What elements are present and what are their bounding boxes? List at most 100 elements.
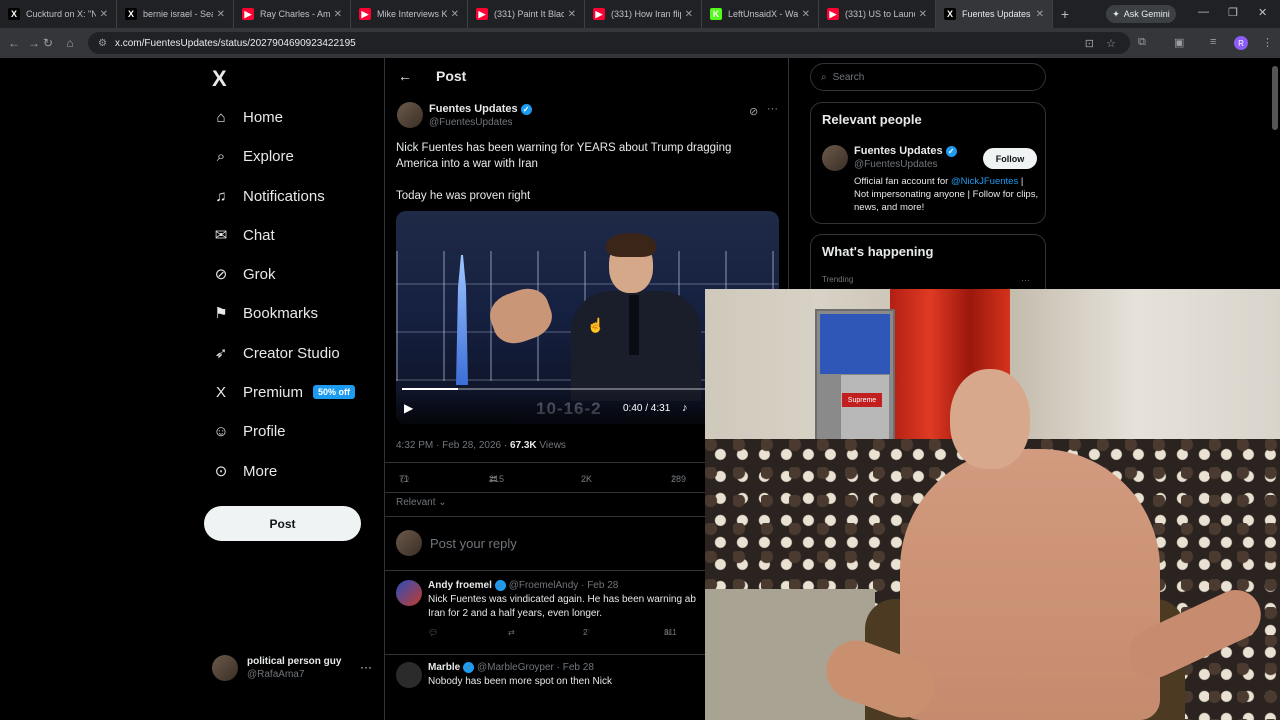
reply-author-name[interactable]: Andy froemel: [428, 580, 492, 591]
tweet-timestamp[interactable]: 4:32 PM · Feb 28, 2026 ·: [396, 440, 510, 451]
reply-avatar[interactable]: [396, 580, 422, 606]
close-tab-icon[interactable]: ✕: [919, 9, 927, 20]
browser-tab[interactable]: ▶ Ray Charles - Amer ✕: [234, 0, 351, 28]
close-tab-icon[interactable]: ✕: [1036, 9, 1044, 20]
volume-icon[interactable]: ♪: [682, 402, 688, 414]
author-avatar[interactable]: [397, 102, 423, 128]
sidebar-item-grok[interactable]: ⊘ Grok: [212, 259, 276, 289]
red-box-label: Supreme: [842, 393, 882, 407]
tab-title: Cuckturd on X: "Ni: [26, 9, 96, 19]
browser-tab[interactable]: ▶ (331) Paint It Black ✕: [468, 0, 585, 28]
browser-menu-icon[interactable]: ⋮: [1262, 36, 1273, 49]
browser-tab[interactable]: ▶ (331) How Iran flip ✕: [585, 0, 702, 28]
account-menu-icon[interactable]: ···: [360, 660, 372, 674]
install-app-icon[interactable]: ⊡: [1085, 37, 1094, 50]
tab-favicon-icon: X: [944, 8, 956, 20]
browser-profile-avatar[interactable]: R: [1234, 36, 1248, 50]
browser-tab[interactable]: Xbernie israel - Sear ✕: [117, 0, 234, 28]
browser-tab[interactable]: X Fuentes Updates o ✕: [936, 0, 1053, 28]
home-browser-icon[interactable]: ⌂: [58, 36, 82, 50]
sidepanel-icon[interactable]: ▣: [1174, 36, 1184, 49]
verified-badge-icon: ✓: [945, 145, 957, 157]
more-options-icon[interactable]: ···: [767, 103, 778, 115]
close-tab-icon[interactable]: ✕: [100, 9, 108, 20]
sidebar-item-premium[interactable]: X Premium 50% off: [212, 377, 356, 407]
person-handle[interactable]: @FuentesUpdates: [854, 159, 938, 170]
bookmark-star-icon[interactable]: ☆: [1106, 37, 1116, 50]
sidebar-item-profile[interactable]: ☺ Profile: [212, 416, 285, 446]
sidebar-item-bookmarks[interactable]: ⚑ Bookmarks: [212, 298, 318, 328]
ask-gemini-button[interactable]: ✦ Ask Gemini: [1106, 5, 1176, 23]
repost-icon[interactable]: ⇄: [508, 628, 515, 637]
reply-avatar[interactable]: [396, 662, 422, 688]
close-tab-icon[interactable]: ✕: [451, 9, 459, 20]
person-name[interactable]: Fuentes Updates: [854, 145, 943, 157]
person-avatar[interactable]: [822, 145, 848, 171]
post-header: ← Post: [385, 58, 790, 94]
post-button[interactable]: Post: [204, 506, 361, 541]
browser-tab[interactable]: K LeftUnsaidX - Watc ✕: [702, 0, 819, 28]
close-tab-icon[interactable]: ✕: [685, 9, 693, 20]
reply-input[interactable]: Post your reply: [430, 536, 517, 551]
account-switcher[interactable]: political person guy @RafaAma7 ···: [212, 654, 372, 682]
close-tab-icon[interactable]: ✕: [802, 9, 810, 20]
trend-more-icon[interactable]: ···: [1021, 275, 1030, 285]
reading-list-icon[interactable]: ≡: [1210, 36, 1216, 48]
account-handle: @RafaAma7: [247, 669, 305, 680]
search-icon: ⌕: [821, 71, 827, 83]
sidebar-item-chat[interactable]: ✉ Chat: [212, 220, 275, 250]
tweet-text: Nick Fuentes has been warning for YEARS …: [396, 140, 766, 204]
minimize-icon[interactable]: —: [1198, 6, 1209, 18]
tab-title: (331) Paint It Black: [494, 9, 564, 19]
reply-author-name[interactable]: Marble: [428, 662, 460, 673]
rocket-icon: ➶: [214, 345, 228, 362]
blue-boxes: [820, 314, 890, 374]
reload-icon[interactable]: ↻: [36, 36, 60, 50]
browser-tab[interactable]: ▶ Mike Interviews Ka ✕: [351, 0, 468, 28]
reply-handle-date: @MarbleGroyper · Feb 28: [477, 662, 594, 674]
new-tab-button[interactable]: +: [1053, 6, 1077, 22]
grok-explain-icon[interactable]: ⊘: [749, 105, 758, 118]
sidebar-item-label: Bookmarks: [243, 304, 319, 322]
view-count: 67.3K: [509, 440, 537, 451]
sidebar-item-more[interactable]: ⊙ More: [212, 456, 277, 486]
sidebar-item-home[interactable]: ⌂ Home: [212, 102, 283, 132]
avatar: [396, 530, 422, 556]
tweet-text-line1: Nick Fuentes has been warning for YEARS …: [396, 142, 732, 170]
sidebar-item-creator-studio[interactable]: ➶ Creator Studio: [212, 338, 340, 368]
back-arrow-icon[interactable]: ←: [398, 68, 412, 84]
person-bio: Official fan account for @NickJFuentes |…: [854, 176, 1039, 213]
more-circle-icon: ⊙: [214, 463, 228, 480]
follow-button[interactable]: Follow: [983, 148, 1037, 169]
sidebar-item-notifications[interactable]: ♫ Notifications: [212, 181, 324, 211]
maximize-icon[interactable]: ❐: [1228, 6, 1238, 19]
search-input[interactable]: ⌕ Search: [810, 63, 1046, 91]
sidebar-item-explore[interactable]: ⌕ Explore: [212, 141, 294, 171]
sort-replies-dropdown[interactable]: Relevant ⌄: [396, 497, 447, 508]
tweet-author: Fuentes Updates ✓ @FuentesUpdates ⊘ ···: [397, 102, 779, 132]
bio-mention-link[interactable]: @NickJFuentes: [951, 176, 1018, 187]
close-tab-icon[interactable]: ✕: [334, 9, 342, 20]
close-tab-icon[interactable]: ✕: [217, 9, 225, 20]
reply-icon[interactable]: 💬︎: [428, 628, 438, 637]
tab-favicon-icon: ▶: [242, 8, 254, 20]
site-info-icon[interactable]: ⚙: [98, 38, 107, 49]
browser-tab[interactable]: ▶ (331) US to Launch ✕: [819, 0, 936, 28]
grok-icon: ⊘: [214, 266, 228, 283]
premium-discount-badge: 50% off: [313, 385, 356, 399]
verified-badge-icon: ✓: [463, 662, 475, 673]
verified-badge-icon: ✓: [494, 580, 506, 591]
extensions-icon[interactable]: ⧉: [1138, 36, 1146, 49]
url-input[interactable]: ⚙ x.com/FuentesUpdates/status/2027904690…: [88, 32, 1130, 54]
x-logo[interactable]: X: [212, 66, 227, 92]
tab-title: (331) How Iran flip: [611, 9, 681, 19]
close-tab-icon[interactable]: ✕: [568, 9, 576, 20]
play-icon[interactable]: ▶: [404, 401, 413, 415]
reply-text: Nobody has been more spot on then Nick: [428, 676, 612, 687]
author-name[interactable]: Fuentes Updates: [429, 103, 518, 115]
browser-tab[interactable]: X Cuckturd on X: "Ni ✕: [0, 0, 117, 28]
tab-title: Mike Interviews Ka: [377, 9, 447, 19]
webcam-overlay: Supreme: [705, 289, 1280, 720]
close-window-icon[interactable]: ✕: [1258, 6, 1267, 19]
author-handle[interactable]: @FuentesUpdates: [429, 117, 513, 128]
